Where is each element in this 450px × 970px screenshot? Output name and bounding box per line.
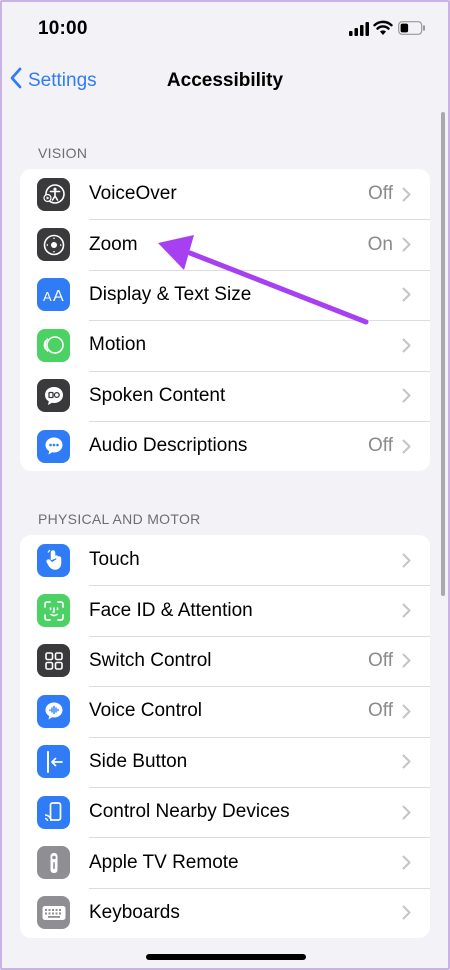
annotation-arrow — [158, 235, 369, 325]
home-indicator[interactable] — [146, 954, 306, 960]
